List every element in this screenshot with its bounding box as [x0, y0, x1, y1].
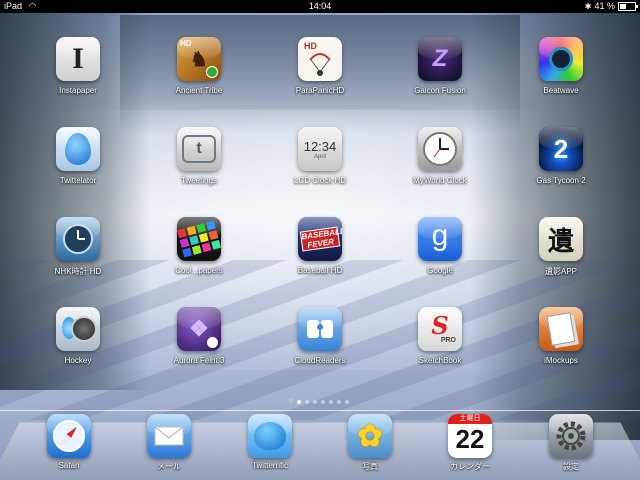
app-cloudreaders[interactable]: CloudReaders	[280, 307, 360, 365]
app-label: CloudReaders	[294, 356, 346, 365]
tweetings-icon: t	[177, 127, 221, 171]
instapaper-icon: I	[56, 37, 100, 81]
galcon-fusion-icon: Z	[418, 37, 462, 81]
dock-safari[interactable]: Safari	[29, 414, 109, 470]
twitterrific-icon	[248, 414, 292, 458]
baseball-icon: BASEBALL FEVER	[298, 217, 342, 261]
app-label: Google	[427, 266, 453, 275]
app-ancient-tribe[interactable]: HD ♞ Ancient Tribe	[159, 37, 239, 95]
bluetooth-icon: ✱	[584, 2, 592, 11]
spotlight-search-icon[interactable]: ⚲	[289, 398, 293, 405]
app-galcon-fusion[interactable]: Z Galcon Fusion	[400, 37, 480, 95]
app-label: Twittelator	[59, 176, 97, 185]
cloudreaders-icon	[298, 307, 342, 351]
safari-icon	[47, 414, 91, 458]
app-label: Gas Tycoon 2	[536, 176, 586, 185]
app-label: 遺影APP	[544, 267, 577, 276]
app-label: Ancient Tribe	[175, 86, 223, 95]
app-imockups[interactable]: iMockups	[521, 307, 601, 365]
app-instapaper[interactable]: I Instapaper	[38, 37, 118, 95]
dock-settings[interactable]: 設定	[531, 414, 611, 472]
nhk-clock-icon	[56, 217, 100, 261]
app-label: Beatwave	[543, 86, 579, 95]
app-label: Tweetings	[180, 176, 218, 185]
page-dot[interactable]	[345, 400, 350, 404]
app-baseball[interactable]: BASEBALL FEVER Baseball HD	[280, 217, 360, 275]
app-iei[interactable]: 遺 遺影APP	[521, 217, 601, 277]
app-label: Twitterrific	[252, 461, 288, 470]
app-label: メール	[157, 462, 181, 471]
app-gas-tycoon[interactable]: 2 Gas Tycoon 2	[521, 127, 601, 185]
twittelator-icon	[56, 127, 100, 171]
app-label: Safari	[58, 461, 80, 470]
app-nhk-clock[interactable]: NHK時計 HD	[38, 217, 118, 277]
sketchbook-icon: S PRO	[418, 307, 462, 351]
app-label: iMockups	[544, 356, 578, 365]
app-label: Hockey	[64, 356, 92, 365]
app-beatwave[interactable]: Beatwave	[521, 37, 601, 95]
google-icon: g	[418, 217, 462, 261]
app-label: LCD Clock HD	[293, 176, 346, 185]
settings-icon	[549, 414, 593, 458]
status-time: 14:04	[308, 1, 332, 11]
battery-icon	[618, 2, 638, 11]
page-indicator[interactable]: ⚲	[0, 391, 640, 409]
app-label: NHK時計 HD	[54, 267, 102, 276]
imockups-icon	[539, 307, 583, 351]
app-aurora-feint[interactable]: ❖ Aurora Feint 3	[159, 307, 239, 365]
app-myworld-clock[interactable]: MyWorld Clock	[400, 127, 480, 185]
mail-icon	[147, 414, 191, 458]
coolpapers-icon	[177, 217, 221, 261]
calendar-icon: 土曜日 22	[448, 414, 492, 458]
app-lcd-clock[interactable]: 12:34 April LCD Clock HD	[280, 127, 360, 185]
app-twittelator[interactable]: Twittelator	[38, 127, 118, 185]
app-label: Instapaper	[59, 86, 97, 95]
page-dot[interactable]	[305, 400, 310, 404]
status-bar: iPad ◠ 14:04 ✱ 41 %	[0, 0, 640, 13]
app-label: ParaPanicHD	[295, 86, 345, 95]
dock-mail[interactable]: メール	[129, 414, 209, 472]
app-tweetings[interactable]: t Tweetings	[159, 127, 239, 185]
app-sketchbook[interactable]: S PRO SketchBook	[400, 307, 480, 365]
app-label: MyWorld Clock	[413, 176, 467, 185]
app-hockey[interactable]: Hockey	[38, 307, 118, 365]
app-label: Aurora Feint 3	[173, 356, 225, 365]
beatwave-icon	[539, 37, 583, 81]
app-label: Baseball HD	[297, 266, 343, 275]
app-coolpapers[interactable]: Cool...papers	[159, 217, 239, 275]
dock-photos[interactable]: ✿ 写真	[330, 414, 410, 472]
app-label: カレンダー	[450, 462, 490, 471]
hockey-icon	[56, 307, 100, 351]
clock-icon	[418, 127, 462, 171]
page-dot[interactable]	[337, 400, 342, 404]
app-label: SketchBook	[418, 356, 462, 365]
dock-edge	[0, 410, 640, 411]
aurora-feint-icon: ❖	[177, 307, 221, 351]
iei-app-icon: 遺	[539, 217, 583, 261]
parapanic-icon: HD	[298, 37, 342, 81]
lcd-clock-icon: 12:34 April	[298, 127, 342, 171]
app-google[interactable]: g Google	[400, 217, 480, 275]
battery-percent: 41 %	[594, 1, 615, 11]
page-dot[interactable]	[329, 400, 334, 404]
app-parapanic[interactable]: HD ParaPanicHD	[280, 37, 360, 95]
photos-icon: ✿	[348, 414, 392, 458]
app-label: 設定	[563, 462, 579, 471]
app-label: Galcon Fusion	[414, 86, 466, 95]
page-dot[interactable]	[313, 400, 318, 404]
dock-calendar[interactable]: 土曜日 22 カレンダー	[430, 414, 510, 472]
dock-twitterrific[interactable]: Twitterrific	[230, 414, 310, 470]
app-label: Cool...papers	[175, 266, 223, 275]
page-dot[interactable]	[321, 400, 326, 404]
ancient-tribe-icon: HD ♞	[177, 37, 221, 81]
app-label: 写真	[362, 462, 378, 471]
page-dot[interactable]	[297, 400, 302, 404]
gas-tycoon-icon: 2	[539, 127, 583, 171]
